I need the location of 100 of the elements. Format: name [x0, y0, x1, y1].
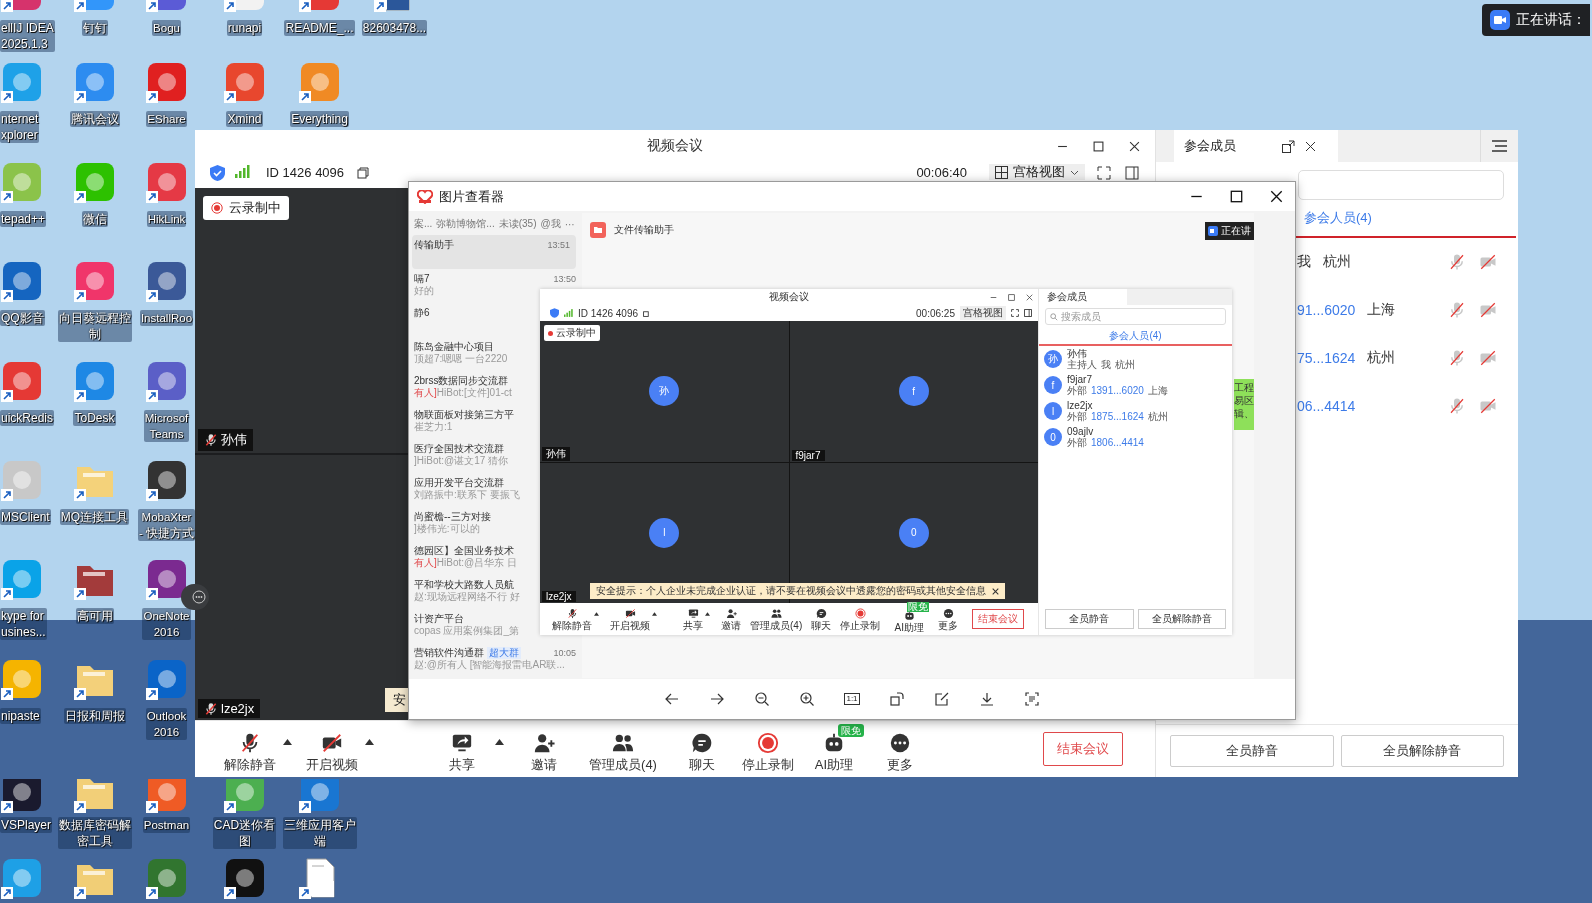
- view-mode-dropdown[interactable]: 宫格视图: [989, 164, 1085, 180]
- caret-icon: [364, 739, 374, 745]
- avatar: l: [649, 517, 680, 548]
- viewer-tool-button[interactable]: 1:1: [829, 684, 875, 714]
- toolbar-button[interactable]: 管理成员(4): [581, 724, 665, 774]
- toolbar-button[interactable]: 解除静音: [552, 607, 592, 631]
- name-tag: f9jar7: [791, 449, 825, 461]
- panel-tab[interactable]: 参会成员: [1174, 130, 1338, 162]
- toolbar-button[interactable]: 共享: [433, 724, 491, 774]
- muted-microphone-icon[interactable]: [1448, 301, 1466, 319]
- app-icon[interactable]: [144, 260, 189, 305]
- close-icon[interactable]: [1305, 140, 1316, 152]
- chat-item[interactable]: 德园区】全国业务技术 有人]HiBot:@吕华东 日: [412, 541, 536, 575]
- toolbar-button[interactable]: 邀请: [721, 607, 741, 631]
- speaking-label: 正在讲: [1221, 224, 1251, 238]
- chat-filter[interactable]: 案...: [414, 217, 433, 231]
- crossed-camera-icon[interactable]: [1478, 397, 1498, 415]
- app-icon[interactable]: [0, 779, 44, 815]
- chat-item[interactable]: 应用开发平台交流群 刘路振中:联系下 要振飞: [412, 473, 536, 507]
- close-icon[interactable]: [992, 587, 999, 595]
- window-title: 视频会议: [647, 137, 703, 155]
- crossed-camera-icon[interactable]: [1478, 301, 1498, 319]
- chat-item[interactable]: 计资产平台 copas 应用案例集团_第: [412, 609, 536, 643]
- chat-item[interactable]: 2brss数据同步交流群 有人]HiBot:[文件]01-ct: [412, 371, 536, 405]
- muted-microphone-icon[interactable]: [1448, 349, 1466, 367]
- toolbar-button[interactable]: 开启视频: [610, 607, 650, 631]
- chat-filter[interactable]: ···: [564, 218, 575, 230]
- app-icon[interactable]: [144, 558, 189, 603]
- list-tab[interactable]: 参会人员(4): [1109, 329, 1162, 343]
- toolbar-button[interactable]: 停止录制: [739, 724, 797, 774]
- share-screen-icon: [687, 607, 699, 619]
- grid-icon: [995, 165, 1008, 179]
- avatar: 孙: [1044, 350, 1062, 368]
- maximize-icon: [1092, 140, 1104, 152]
- caret-icon: [705, 612, 710, 616]
- mute-control-button[interactable]: 全员静音: [1045, 609, 1134, 629]
- crossed-camera-icon[interactable]: [1478, 253, 1498, 271]
- chat-preview: 赵:@所有人 [智能海报雷电AR联...: [414, 659, 565, 671]
- maximize-icon: [1229, 190, 1243, 203]
- icon-label: MSClient: [0, 509, 51, 525]
- mute-control-button[interactable]: 全员静音: [1170, 735, 1334, 767]
- toolbar-button[interactable]: 聊天: [673, 724, 731, 774]
- chat-item[interactable]: 营销软件沟通群 超大群 10:05 赵:@所有人 [智能海报雷电AR联...: [412, 643, 582, 677]
- search-field[interactable]: [1298, 170, 1504, 200]
- toolbar-button[interactable]: 限免 AI助理: [805, 724, 863, 774]
- download-icon: [980, 692, 994, 706]
- end-meeting-button[interactable]: 结束会议: [972, 609, 1024, 629]
- chat-item[interactable]: 尚蜜檐--三方对接 ]楼伟光:可以的: [412, 507, 536, 541]
- mute-control-button[interactable]: 全员解除静音: [1137, 609, 1226, 629]
- mute-control-button[interactable]: 全员解除静音: [1340, 735, 1504, 767]
- panel-tab[interactable]: 参会成员: [1039, 289, 1127, 305]
- toolbar-button[interactable]: 聊天: [811, 607, 832, 631]
- toolbar-button[interactable]: 更多: [938, 607, 959, 631]
- popout-icon[interactable]: [1282, 139, 1295, 153]
- chat-filter[interactable]: @我: [540, 217, 561, 231]
- icon-label: Everything: [290, 111, 349, 128]
- people-icon: [770, 607, 782, 619]
- copy-icon[interactable]: [643, 309, 651, 317]
- toolbar-button[interactable]: 共享: [683, 607, 703, 631]
- list-tab[interactable]: 参会人员(4): [1304, 209, 1372, 227]
- chat-item[interactable]: 传输助手 13:51: [412, 235, 576, 269]
- fullscreen-button[interactable]: [1095, 165, 1113, 181]
- member-location: 杭州: [1147, 411, 1168, 422]
- icon-label: HikLink: [146, 210, 187, 227]
- view-mode-dropdown[interactable]: 宫格视图: [960, 306, 1006, 320]
- toolbar-button[interactable]: 管理成员(4): [750, 607, 803, 631]
- member-tag: 外部: [1067, 411, 1087, 422]
- chat-bubble-button[interactable]: [181, 584, 209, 610]
- chat-bubble-icon: [815, 607, 827, 619]
- toolbar-button[interactable]: 解除静音: [221, 724, 279, 774]
- chat-bubble-icon: [192, 590, 206, 604]
- chat-filter[interactable]: 弥勒博物馆...: [436, 217, 495, 231]
- app-icon[interactable]: [144, 459, 189, 503]
- chat-item[interactable]: 静6: [412, 303, 536, 337]
- chat-item[interactable]: 医疗全国技术交流群 ]HiBot:@谌文17 猜你: [412, 439, 536, 473]
- chat-filter[interactable]: 未读(35): [498, 217, 537, 231]
- layout-icon[interactable]: [1024, 309, 1032, 317]
- app-icon[interactable]: [222, 856, 267, 901]
- icon-label: MobaXter - 快捷方式: [138, 509, 195, 541]
- chat-title: 德园区】全国业务技术: [414, 545, 514, 557]
- caret-icon: [494, 739, 504, 745]
- chat-time: 13:50: [553, 273, 576, 285]
- close-icon: [1025, 293, 1033, 301]
- icon-label: QQ影音: [0, 310, 45, 327]
- crossed-camera-icon[interactable]: [1478, 349, 1498, 367]
- muted-microphone-icon[interactable]: [1448, 397, 1466, 415]
- toolbar-button[interactable]: 停止录制: [840, 607, 881, 631]
- end-meeting-button[interactable]: 结束会议: [1043, 732, 1123, 766]
- toolbar-button[interactable]: 开启视频: [303, 724, 361, 774]
- chat-title: 医疗全国技术交流群: [414, 443, 504, 455]
- icon-label: 钉钉: [81, 20, 108, 36]
- chat-item[interactable]: 平和学校大路数人员航 赵:现场远程网络不行 好: [412, 575, 536, 609]
- chat-item[interactable]: 嗝7 13:50 好的: [412, 269, 582, 303]
- layout-button[interactable]: [1123, 165, 1141, 181]
- muted-microphone-icon[interactable]: [1448, 253, 1466, 271]
- chat-item[interactable]: 物联面板对接第三方平 崔芝力:1: [412, 405, 536, 439]
- layout-icon: [1125, 166, 1139, 180]
- fullscreen-icon[interactable]: [1011, 309, 1019, 317]
- toolbar-button[interactable]: 更多: [871, 724, 929, 774]
- toolbar-button[interactable]: 邀请: [515, 724, 573, 774]
